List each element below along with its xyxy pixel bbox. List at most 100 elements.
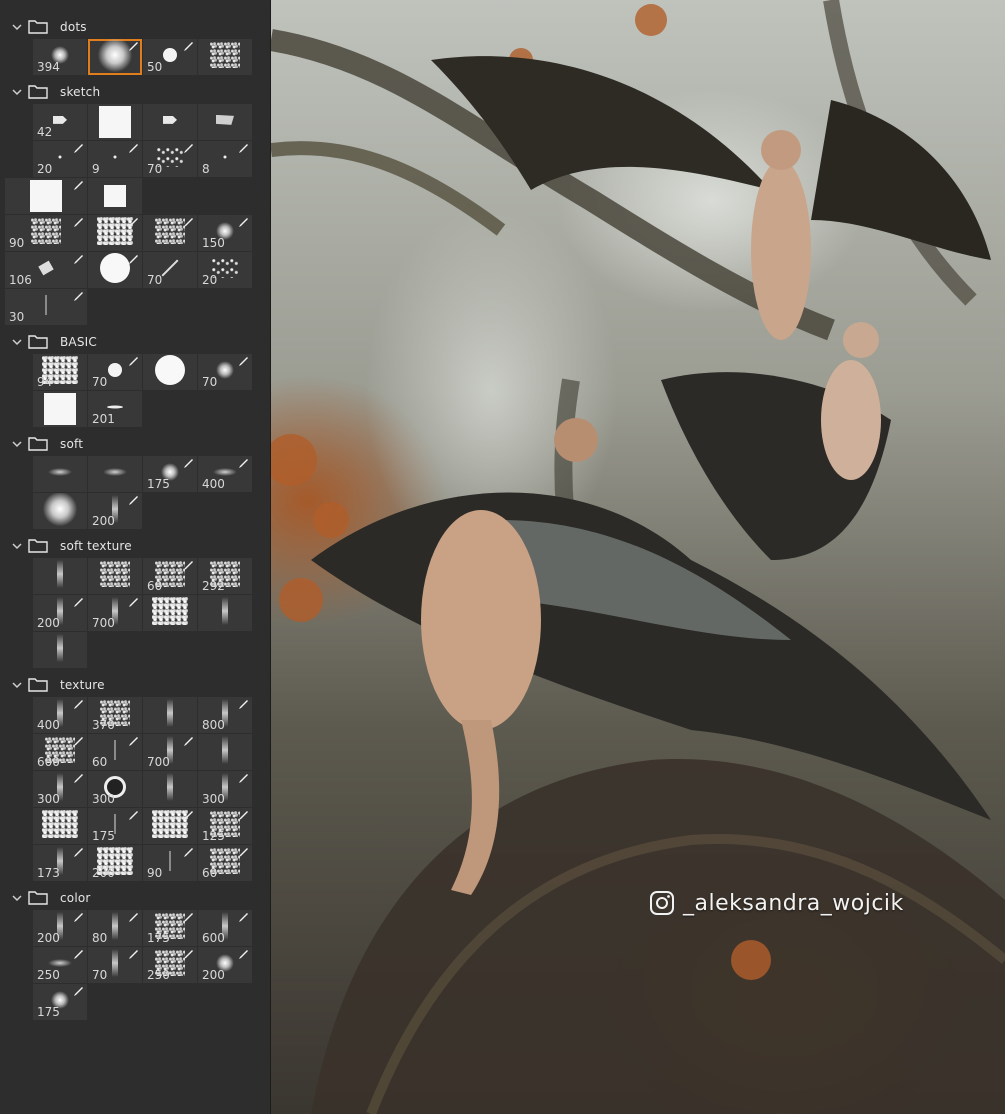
brush-tile[interactable]: 300: [88, 771, 142, 807]
chevron-down-icon[interactable]: [12, 439, 22, 449]
brush-tile[interactable]: [143, 595, 197, 631]
brush-tile[interactable]: 70: [143, 252, 197, 288]
pen-pressure-icon: [129, 255, 138, 264]
brush-size-label: 90: [9, 236, 25, 250]
brush-tile[interactable]: 150: [198, 215, 252, 251]
brush-tile[interactable]: [88, 558, 142, 594]
brush-tile[interactable]: 60: [198, 845, 252, 881]
brush-tile[interactable]: 42: [33, 104, 87, 140]
brush-tile[interactable]: [143, 808, 197, 844]
brush-tile[interactable]: [33, 391, 87, 427]
brush-tile[interactable]: 600: [198, 910, 252, 946]
brush-group-header[interactable]: dots: [0, 16, 270, 38]
pen-pressure-icon: [184, 950, 193, 959]
brush-tile[interactable]: 300: [33, 771, 87, 807]
brush-group-header[interactable]: sketch: [0, 81, 270, 103]
chevron-down-icon[interactable]: [12, 680, 22, 690]
brush-tile[interactable]: 200: [88, 493, 142, 529]
brush-tile[interactable]: 90: [143, 845, 197, 881]
brush-group-header[interactable]: texture: [0, 674, 270, 696]
brush-tile[interactable]: 70: [88, 947, 142, 983]
brush-tile[interactable]: 50: [143, 39, 197, 75]
brush-tile[interactable]: 600: [33, 734, 87, 770]
brush-tile[interactable]: [143, 354, 197, 390]
brush-tile[interactable]: [143, 104, 197, 140]
brush-tile[interactable]: 9: [88, 141, 142, 177]
brush-tile[interactable]: 70: [143, 141, 197, 177]
brush-tile[interactable]: 175: [33, 984, 87, 1020]
brush-preview-icon: [163, 47, 177, 62]
brush-tile[interactable]: 394: [33, 39, 87, 75]
brush-tile[interactable]: 175: [88, 808, 142, 844]
brush-tile[interactable]: [33, 632, 87, 668]
chevron-down-icon[interactable]: [12, 22, 22, 32]
brush-group-name: soft texture: [60, 539, 132, 553]
painting-canvas[interactable]: _aleksandra_wojcik: [271, 0, 1005, 1114]
brush-tile[interactable]: 106: [5, 252, 87, 288]
brush-tile[interactable]: 80: [88, 910, 142, 946]
brush-tile[interactable]: [198, 734, 252, 770]
brush-tile[interactable]: [33, 493, 87, 529]
brush-tile[interactable]: 94: [33, 354, 87, 390]
brush-preview-icon: [48, 958, 72, 967]
brush-tile[interactable]: [143, 697, 197, 733]
brush-tile[interactable]: 400: [33, 697, 87, 733]
brush-tile[interactable]: 30: [5, 289, 87, 325]
brush-tile[interactable]: 292: [198, 558, 252, 594]
brush-group-header[interactable]: soft texture: [0, 535, 270, 557]
brush-tile[interactable]: [198, 104, 252, 140]
brush-tile[interactable]: 20: [198, 252, 252, 288]
brush-group-header[interactable]: soft: [0, 433, 270, 455]
brush-tile[interactable]: [33, 558, 87, 594]
brush-tile[interactable]: 90: [5, 215, 87, 251]
pen-pressure-icon: [239, 950, 248, 959]
brush-group-header[interactable]: BASIC: [0, 331, 270, 353]
chevron-down-icon[interactable]: [12, 541, 22, 551]
brush-tile[interactable]: [88, 215, 142, 251]
brush-preview-icon: [53, 115, 67, 124]
brush-tile[interactable]: [198, 595, 252, 631]
brush-tile[interactable]: 70: [198, 354, 252, 390]
brush-tile[interactable]: 300: [198, 771, 252, 807]
brush-tile[interactable]: [88, 39, 142, 75]
brush-size-label: 20: [202, 273, 218, 287]
brush-tile[interactable]: 60: [88, 734, 142, 770]
brush-tile[interactable]: 200: [88, 845, 142, 881]
brush-tile[interactable]: [33, 456, 87, 492]
brush-tile[interactable]: [198, 39, 252, 75]
brush-tile[interactable]: 700: [143, 734, 197, 770]
brush-tile[interactable]: 201: [88, 391, 142, 427]
brush-preview-icon: [30, 180, 62, 212]
brush-tile[interactable]: [88, 252, 142, 288]
chevron-down-icon[interactable]: [12, 87, 22, 97]
brush-tile[interactable]: 200: [198, 947, 252, 983]
folder-icon: [28, 437, 48, 451]
brush-tile[interactable]: 60: [143, 558, 197, 594]
brush-tile[interactable]: [143, 771, 197, 807]
brush-tile[interactable]: [88, 104, 142, 140]
pen-pressure-icon: [129, 42, 138, 51]
brush-tile[interactable]: [88, 456, 142, 492]
brush-tile[interactable]: 175: [143, 456, 197, 492]
brush-tile[interactable]: 250: [143, 947, 197, 983]
brush-tile[interactable]: 20: [33, 141, 87, 177]
brush-tile[interactable]: 200: [33, 595, 87, 631]
brush-tile[interactable]: [88, 178, 142, 214]
brush-tile[interactable]: 370: [88, 697, 142, 733]
brush-tile[interactable]: 800: [198, 697, 252, 733]
brush-group-header[interactable]: color: [0, 887, 270, 909]
chevron-down-icon[interactable]: [12, 337, 22, 347]
brush-tile[interactable]: 400: [198, 456, 252, 492]
brush-tile[interactable]: [5, 178, 87, 214]
brush-tile[interactable]: 200: [33, 910, 87, 946]
brush-tile[interactable]: [33, 808, 87, 844]
brush-tile[interactable]: 250: [33, 947, 87, 983]
brush-tile[interactable]: [143, 215, 197, 251]
brush-tile[interactable]: 173: [33, 845, 87, 881]
brush-tile[interactable]: 70: [88, 354, 142, 390]
chevron-down-icon[interactable]: [12, 893, 22, 903]
brush-tile[interactable]: 125: [198, 808, 252, 844]
brush-tile[interactable]: 700: [88, 595, 142, 631]
brush-tile[interactable]: 8: [198, 141, 252, 177]
brush-tile[interactable]: 175: [143, 910, 197, 946]
